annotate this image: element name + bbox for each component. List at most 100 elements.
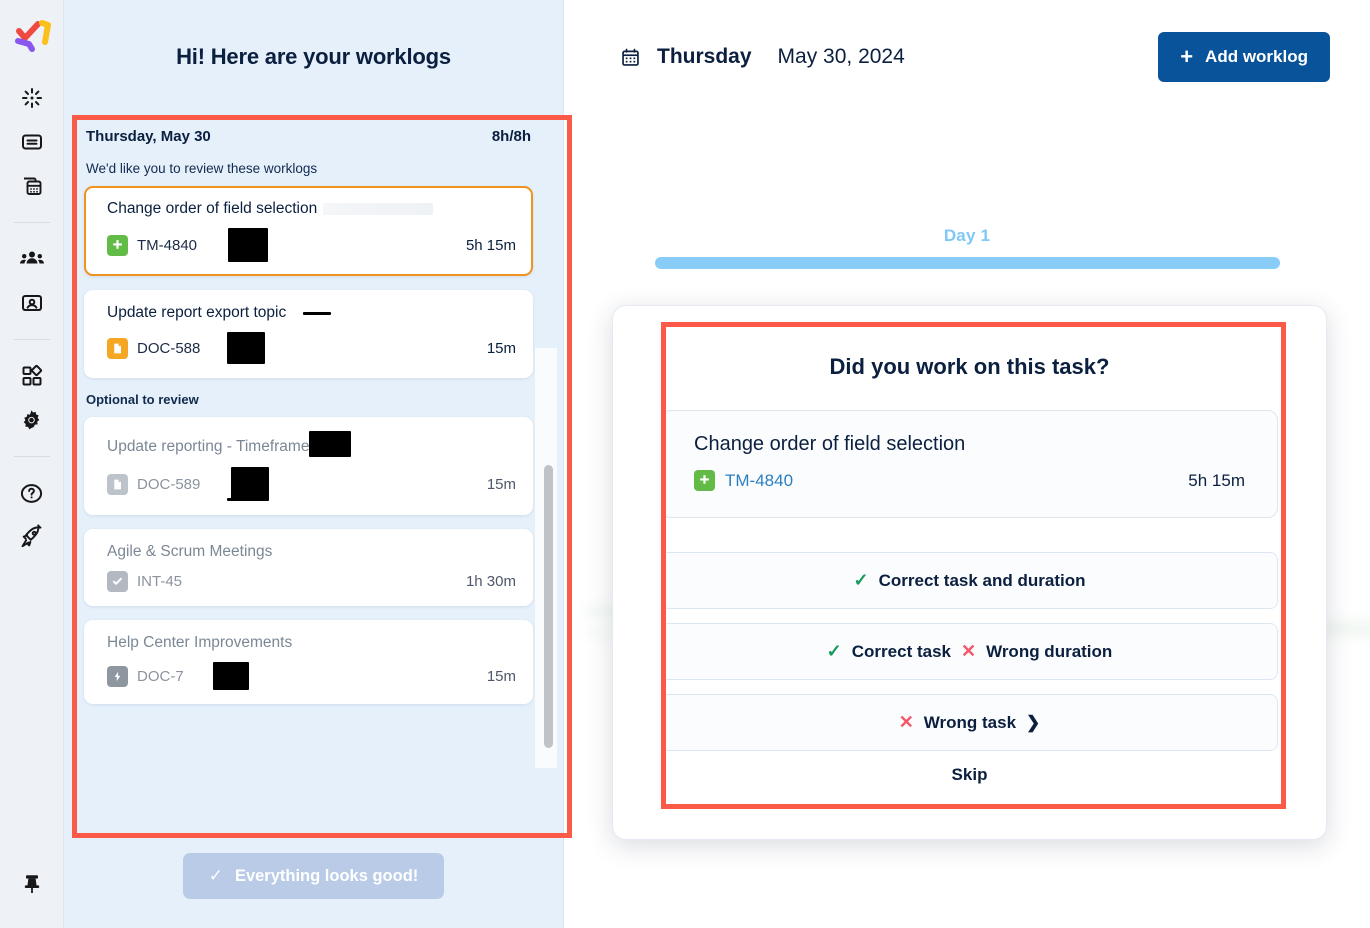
redacted-block: [228, 228, 269, 262]
panel-footer: ✓ Everything looks good!: [64, 824, 563, 928]
document-page-icon: [107, 473, 128, 495]
redacted-block: [212, 662, 249, 690]
worklog-issue-key[interactable]: DOC-589: [137, 476, 200, 493]
card-list-icon[interactable]: [10, 120, 54, 164]
brand-logo-icon[interactable]: [10, 14, 54, 58]
worklog-issue-key[interactable]: DOC-7: [137, 668, 184, 685]
plus-icon: +: [1180, 44, 1194, 69]
worklog-card-review-2[interactable]: Update report export topic DOC-588 15m: [84, 290, 533, 378]
worklog-meta-row: DOC-589 15m: [107, 467, 516, 501]
modal-task-duration: 5h 15m: [1188, 470, 1245, 490]
worklog-title: Update reporting - Timeframe: [107, 431, 516, 457]
worklog-title: Change order of field selection: [107, 200, 516, 218]
option-label: Wrong task: [923, 712, 1017, 732]
task-review-modal: Did you work on this task? Change order …: [612, 305, 1327, 840]
add-worklog-label: Add worklog: [1205, 47, 1308, 66]
worklog-duration: 5h 15m: [465, 236, 516, 254]
day-progress: Day 1: [564, 226, 1370, 269]
day-label: Thursday, May 30: [86, 128, 211, 145]
review-section-note: We'd like you to review these worklogs: [86, 161, 318, 176]
redacted-title-blur: [323, 202, 434, 215]
worklog-scroll-area[interactable]: Thursday, May 30 8h/8h We'd like you to …: [64, 114, 563, 824]
redacted-underline: [302, 312, 331, 315]
question-circle-icon[interactable]: [10, 471, 54, 515]
pin-icon[interactable]: [10, 862, 54, 906]
optional-section-note: Optional to review: [86, 392, 199, 407]
worklog-title: Update report export topic: [107, 304, 516, 322]
gear-icon[interactable]: [10, 398, 54, 442]
worklog-title: Help Center Improvements: [107, 634, 293, 651]
worklog-duration: 15m: [486, 339, 516, 357]
modal-task-key[interactable]: TM-4840: [725, 471, 793, 491]
worklog-meta-row: INT-45 1h 30m: [107, 571, 516, 592]
calendar-icon: [620, 47, 641, 68]
left-icon-rail: [0, 0, 64, 928]
modal-task-meta-row: TM-4840 5h 15m: [694, 470, 1245, 491]
worklog-card-optional-2[interactable]: Agile & Scrum Meetings INT-45 1h 30m: [84, 529, 533, 606]
worklog-card-optional-3[interactable]: Help Center Improvements DOC-7 15m: [84, 620, 533, 704]
modal-title: Did you work on this task?: [829, 354, 1110, 379]
worklog-meta-row: TM-4840 5h 15m: [107, 228, 516, 262]
day-progress-bar: [654, 257, 1280, 269]
people-group-icon[interactable]: [10, 237, 54, 281]
rocket-icon[interactable]: [10, 515, 54, 559]
redacted-block: [231, 467, 270, 501]
check-icon: ✓: [853, 570, 869, 590]
redacted-block: [309, 431, 352, 457]
option-correct-task-wrong-duration[interactable]: ✓ Correct task ✕ Wrong duration: [661, 623, 1278, 680]
x-icon: ✕: [960, 641, 977, 661]
jira-task-plus-icon: [107, 234, 128, 256]
modal-task-card: Change order of field selection TM-4840 …: [661, 410, 1278, 518]
everything-looks-good-button[interactable]: ✓ Everything looks good!: [182, 853, 445, 899]
worklog-card-review-1[interactable]: Change order of field selection TM-4840 …: [84, 186, 533, 276]
app-root: Hi! Here are your worklogs Thursday, May…: [0, 0, 1370, 928]
header-date: May 30, 2024: [777, 45, 905, 68]
chevron-right-icon: ❯: [1026, 712, 1041, 732]
worklog-panel: Hi! Here are your worklogs Thursday, May…: [64, 0, 564, 928]
option-wrong-task[interactable]: ✕ Wrong task ❯: [661, 694, 1278, 751]
rail-divider-3: [13, 456, 50, 457]
skip-button[interactable]: Skip: [952, 765, 988, 785]
panel-header: Hi! Here are your worklogs: [64, 0, 563, 114]
everything-looks-good-label: Everything looks good!: [234, 866, 419, 885]
worklog-meta-row: DOC-7 15m: [107, 662, 516, 690]
main-content: Thursday May 30, 2024 + Add worklog Day …: [564, 0, 1370, 928]
worklog-card-optional-1[interactable]: Update reporting - Timeframe DOC-589 15m: [84, 417, 533, 515]
id-card-icon[interactable]: [10, 281, 54, 325]
bolt-square-icon: [107, 665, 128, 687]
modal-task-title: Change order of field selection: [694, 433, 966, 455]
option-label-correct-task: Correct task: [851, 641, 951, 661]
main-header: Thursday May 30, 2024 + Add worklog: [564, 0, 1370, 114]
worklog-meta-row: DOC-588 15m: [107, 332, 516, 364]
option-correct-task-and-duration[interactable]: ✓ Correct task and duration: [661, 552, 1278, 609]
skip-row: Skip: [661, 765, 1278, 785]
timer-burst-icon[interactable]: [10, 76, 54, 120]
add-worklog-button[interactable]: + Add worklog: [1158, 32, 1330, 82]
worklog-duration: 15m: [486, 475, 516, 493]
document-page-icon: [107, 337, 128, 359]
worklog-issue-key[interactable]: INT-45: [137, 573, 182, 590]
check-icon: ✓: [208, 866, 223, 885]
worklog-duration: 1h 30m: [465, 573, 516, 590]
day-total-hours: 8h/8h: [491, 128, 531, 145]
option-label-wrong-duration: Wrong duration: [986, 641, 1113, 661]
option-label: Correct task and duration: [878, 570, 1086, 590]
worklog-issue-key[interactable]: TM-4840: [137, 237, 197, 254]
rail-divider-1: [13, 222, 50, 223]
worklog-duration: 15m: [486, 667, 516, 685]
worklog-issue-key[interactable]: DOC-588: [137, 340, 200, 357]
header-weekday: Thursday: [657, 45, 752, 68]
check-square-icon: [107, 571, 128, 592]
jira-task-plus-icon: [694, 470, 715, 491]
rail-divider-2: [13, 339, 50, 340]
page-title: Hi! Here are your worklogs: [176, 44, 451, 69]
modal-options: ✓ Correct task and duration ✓ Correct ta…: [661, 552, 1278, 785]
scrollbar-thumb[interactable]: [544, 465, 553, 748]
redacted-underline: [227, 498, 257, 501]
redacted-block: [227, 332, 266, 364]
check-icon: ✓: [826, 641, 842, 661]
reports-calculator-icon[interactable]: [10, 164, 54, 208]
worklog-title: Agile & Scrum Meetings: [107, 543, 273, 560]
apps-grid-icon[interactable]: [10, 354, 54, 398]
x-icon: ✕: [898, 712, 914, 732]
